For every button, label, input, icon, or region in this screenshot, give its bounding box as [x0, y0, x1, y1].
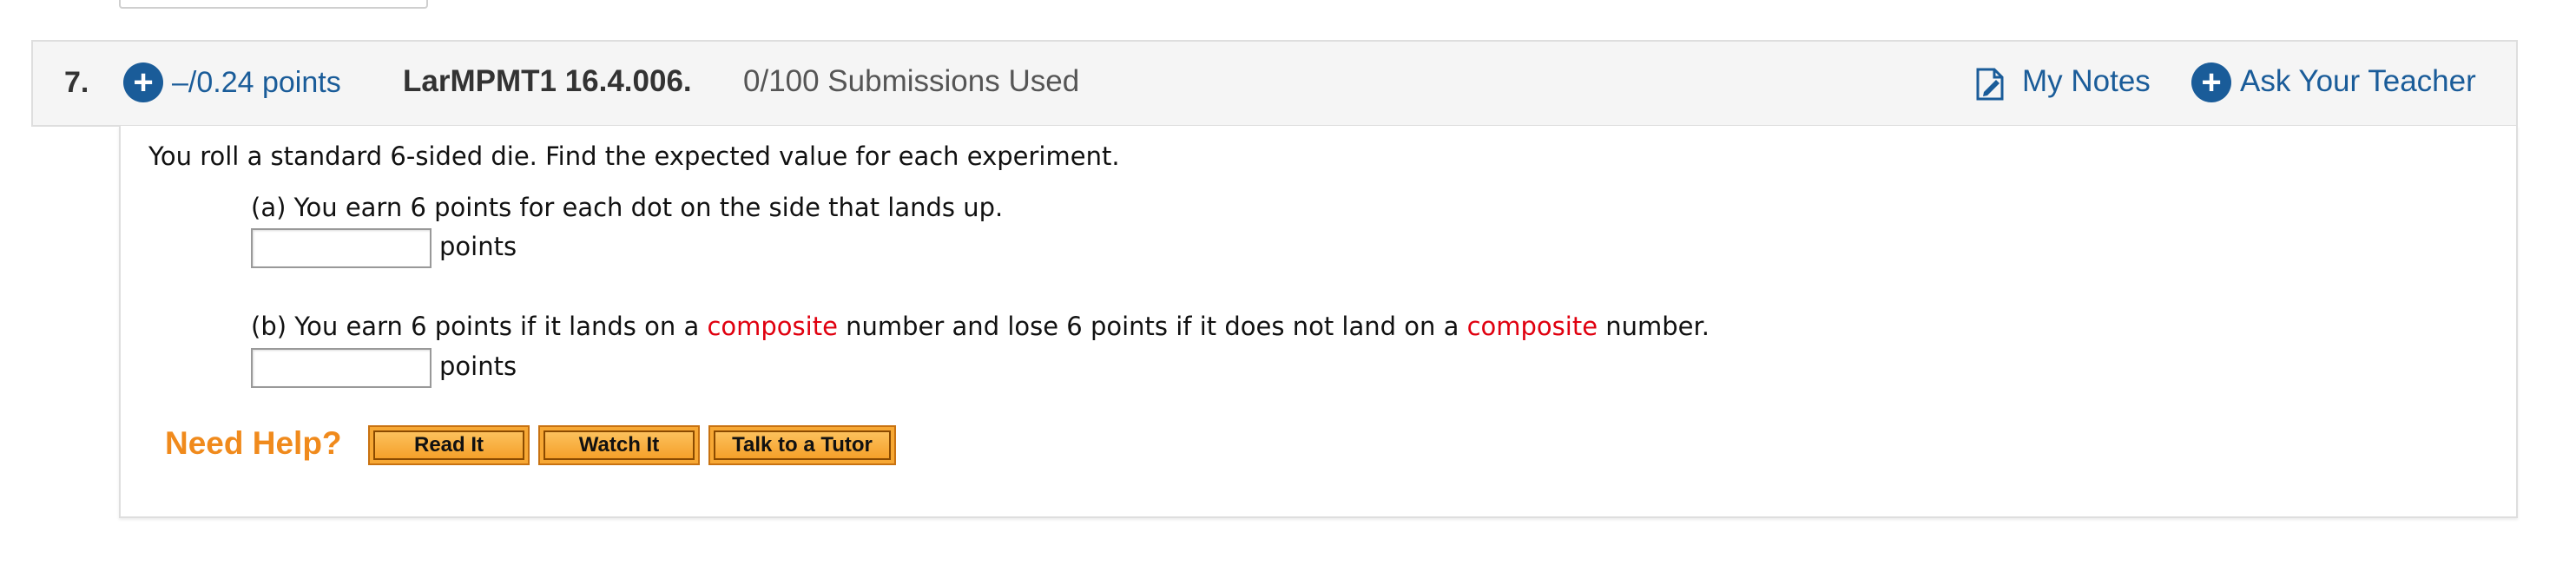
read-it-button[interactable]: Read It [368, 425, 530, 465]
part-b-text-3: number. [1598, 312, 1710, 341]
watch-it-label: Watch It [544, 430, 695, 460]
read-it-label: Read It [373, 430, 524, 460]
notes-icon[interactable] [1975, 68, 2005, 101]
previous-question-box [119, 0, 428, 9]
question-code: LarMPMT1 16.4.006. [403, 64, 692, 98]
ask-teacher-icon[interactable]: + [2191, 62, 2231, 102]
part-b-text: (b) You earn 6 points if it lands on a c… [251, 312, 1710, 341]
part-b-text-1: (b) You earn 6 points if it lands on a [251, 312, 708, 341]
part-b-answer-input[interactable] [251, 348, 432, 388]
part-a-text: (a) You earn 6 points for each dot on th… [251, 193, 1004, 222]
question-number: 7. [64, 66, 89, 99]
part-b-highlight-1: composite [707, 312, 838, 341]
my-notes-link[interactable]: My Notes [2022, 64, 2151, 99]
part-a-unit: points [439, 232, 517, 261]
question-body: You roll a standard 6-sided die. Find th… [119, 126, 2518, 518]
watch-it-button[interactable]: Watch It [538, 425, 700, 465]
talk-to-tutor-label: Talk to a Tutor [714, 430, 891, 460]
part-b-unit: points [439, 351, 517, 381]
ask-teacher-link[interactable]: Ask Your Teacher [2240, 64, 2476, 99]
question-header: 7. + –/0.24 points LarMPMT1 16.4.006. 0/… [31, 40, 2518, 127]
need-help-label: Need Help? [165, 425, 342, 461]
submissions-used: 0/100 Submissions Used [743, 64, 1080, 98]
part-a-answer-input[interactable] [251, 228, 432, 268]
expand-points-icon[interactable]: + [123, 62, 163, 102]
question-intro: You roll a standard 6-sided die. Find th… [148, 141, 1120, 171]
talk-to-tutor-button[interactable]: Talk to a Tutor [708, 425, 896, 465]
part-b-highlight-2: composite [1466, 312, 1598, 341]
points-link[interactable]: –/0.24 points [172, 66, 341, 100]
part-b-text-2: number and lose 6 points if it does not … [837, 312, 1467, 341]
